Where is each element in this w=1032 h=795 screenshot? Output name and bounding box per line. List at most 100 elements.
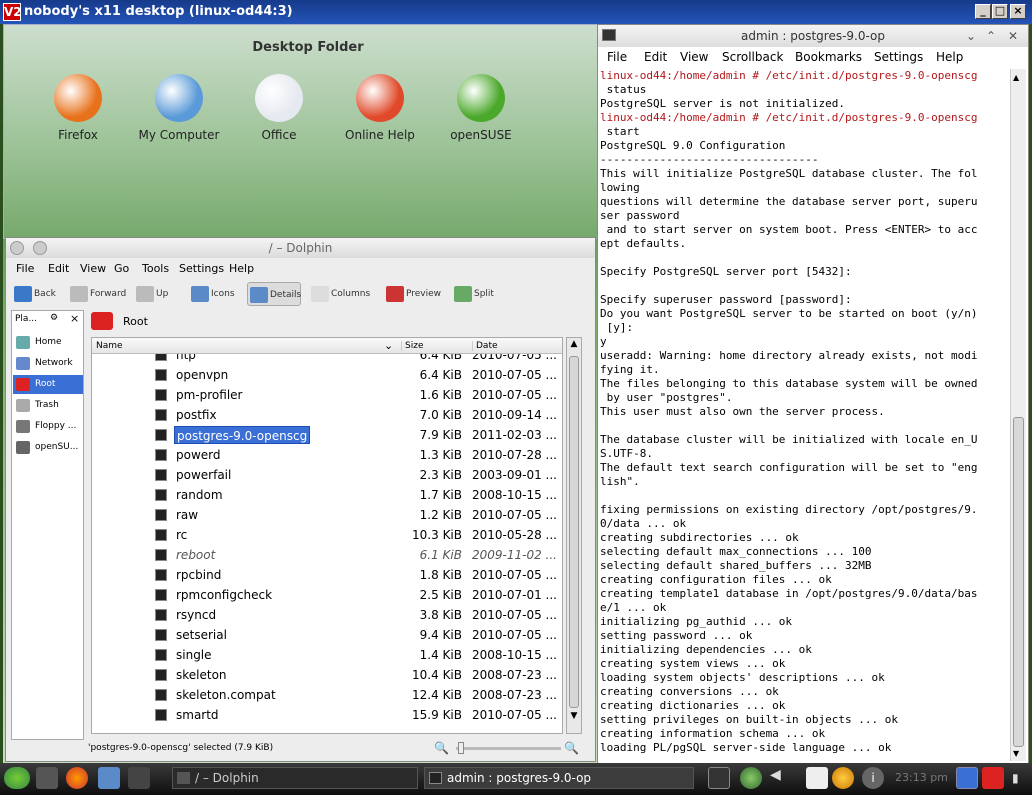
files-launcher-icon[interactable] [98, 767, 120, 789]
table-row[interactable]: postfix 7.0 KiB 2010-09-14 ... [92, 405, 562, 425]
table-row[interactable]: postgres-9.0-openscg 7.9 KiB 2011-02-03 ..… [92, 425, 562, 445]
terminal-tray-icon[interactable] [708, 767, 730, 789]
volume-icon[interactable]: ◀ [770, 767, 788, 789]
file-list[interactable]: ntp 6.4 KiB 2010-07-05 ... openvpn 6.4 KiB 20… [91, 337, 563, 734]
desktop-icon-online-help[interactable]: Online Help [335, 74, 425, 142]
columns-button[interactable]: Columns [309, 282, 371, 306]
place-home[interactable]: Home [13, 333, 83, 352]
place-opensu[interactable]: openSU... [13, 438, 83, 457]
logout-icon[interactable] [982, 767, 1004, 789]
network-icon[interactable] [832, 767, 854, 789]
place-root[interactable]: Root [13, 375, 83, 394]
table-row[interactable]: smartd 15.9 KiB 2010-07-05 ... [92, 705, 562, 725]
column-size[interactable]: Size [401, 341, 423, 351]
breadcrumb[interactable]: Root [91, 310, 561, 334]
menu-view[interactable]: View [80, 262, 106, 275]
maximize-icon[interactable]: ⌃ [986, 25, 996, 47]
table-row[interactable]: rsyncd 3.8 KiB 2010-07-05 ... [92, 605, 562, 625]
window-menu-icon[interactable] [10, 241, 24, 255]
table-row[interactable]: skeleton 10.4 KiB 2008-07-23 ... [92, 665, 562, 685]
desktop-switch-icon[interactable] [36, 767, 58, 789]
table-row[interactable]: raw 1.2 KiB 2010-07-05 ... [92, 505, 562, 525]
table-row[interactable]: skeleton.compat 12.4 KiB 2008-07-23 ... [92, 685, 562, 705]
close-button[interactable]: × [1010, 4, 1026, 19]
scroll-up-icon[interactable]: ▲ [1013, 73, 1019, 82]
updater-icon[interactable] [740, 767, 762, 789]
menu-go[interactable]: Go [114, 262, 129, 275]
table-row[interactable]: random 1.7 KiB 2008-10-15 ... [92, 485, 562, 505]
file-list-scrollbar[interactable]: ▲ ▼ [566, 337, 582, 734]
terminal-scrollbar[interactable]: ▲ ▼ [1010, 69, 1026, 761]
terminal-menu-view[interactable]: View [680, 50, 708, 64]
terminal-menu-scrollback[interactable]: Scrollback [722, 50, 783, 64]
desktop-icon-my-computer[interactable]: My Computer [134, 74, 224, 142]
table-row[interactable]: rc 10.3 KiB 2010-05-28 ... [92, 525, 562, 545]
details-button[interactable]: Details [247, 282, 301, 306]
lock-screen-icon[interactable] [956, 767, 978, 789]
menu-tools[interactable]: Tools [142, 262, 169, 275]
column-name[interactable]: Name [96, 341, 123, 351]
table-row[interactable]: single 1.4 KiB 2008-10-15 ... [92, 645, 562, 665]
table-row[interactable]: reboot 6.1 KiB 2009-11-02 ... [92, 545, 562, 565]
terminal-icon[interactable] [602, 29, 616, 41]
kickoff-menu-icon[interactable] [4, 767, 30, 789]
close-panel-icon[interactable]: × [70, 312, 79, 325]
panel-toolbox-icon[interactable]: ▮ [1012, 771, 1019, 785]
table-row[interactable]: powerd 1.3 KiB 2010-07-28 ... [92, 445, 562, 465]
scroll-up-icon[interactable]: ▲ [568, 339, 580, 351]
place-floppy[interactable]: Floppy ... [13, 417, 83, 436]
terminal-menu-file[interactable]: File [607, 50, 627, 64]
task-dolphin[interactable]: / – Dolphin [172, 767, 418, 789]
breadcrumb-root[interactable]: Root [123, 315, 148, 328]
config-icon[interactable]: ⚙ [50, 313, 58, 323]
info-icon[interactable]: i [862, 767, 884, 789]
forward-button[interactable]: Forward [68, 282, 126, 306]
close-icon[interactable]: ✕ [1008, 25, 1018, 47]
maximize-button[interactable]: □ [992, 4, 1008, 19]
menu-help[interactable]: Help [229, 262, 254, 275]
terminal-menu-help[interactable]: Help [936, 50, 963, 64]
preview-button[interactable]: Preview [384, 282, 444, 306]
split-button[interactable]: Split [452, 282, 500, 306]
minimize-icon[interactable]: ⌄ [966, 25, 976, 47]
table-row[interactable]: rpcbind 1.8 KiB 2010-07-05 ... [92, 565, 562, 585]
icons-button[interactable]: Icons [189, 282, 239, 306]
terminal-menu-settings[interactable]: Settings [874, 50, 923, 64]
menu-settings[interactable]: Settings [179, 262, 224, 275]
zoom-out-icon[interactable]: 🔍 [434, 738, 449, 758]
scroll-down-icon[interactable]: ▼ [568, 711, 580, 723]
clipboard-icon[interactable] [806, 767, 828, 789]
task-konsole[interactable]: admin : postgres-9.0-op [424, 767, 694, 789]
zoom-slider[interactable] [456, 747, 561, 750]
menu-edit[interactable]: Edit [48, 262, 69, 275]
column-date[interactable]: Date [472, 341, 498, 351]
terminal-menu-edit[interactable]: Edit [644, 50, 667, 64]
clock[interactable]: 23:13 pm [895, 771, 948, 784]
place-trash[interactable]: Trash [13, 396, 83, 415]
back-button[interactable]: Back [12, 282, 64, 306]
zoom-in-icon[interactable]: 🔍 [564, 738, 579, 758]
place-network[interactable]: Network [13, 354, 83, 373]
scroll-down-icon[interactable]: ▼ [1013, 749, 1019, 758]
table-row[interactable]: setserial 9.4 KiB 2010-07-05 ... [92, 625, 562, 645]
terminal-scroll-thumb[interactable] [1013, 417, 1024, 747]
desktop-icon-office[interactable]: Office [234, 74, 324, 142]
table-row[interactable]: pm-profiler 1.6 KiB 2010-07-05 ... [92, 385, 562, 405]
minimize-button[interactable]: _ [975, 4, 991, 19]
firefox-launcher-icon[interactable] [66, 767, 88, 789]
terminal-output[interactable]: linux-od44:/home/admin # /etc/init.d/pos… [600, 69, 1008, 761]
scroll-thumb[interactable] [569, 356, 579, 708]
table-row[interactable]: rpmconfigcheck 2.5 KiB 2010-07-01 ... [92, 585, 562, 605]
menu-file[interactable]: File [16, 262, 34, 275]
table-row[interactable]: powerfail 2.3 KiB 2003-09-01 ... [92, 465, 562, 485]
terminal-menu-bookmarks[interactable]: Bookmarks [795, 50, 862, 64]
desktop-icon-firefox[interactable]: Firefox [33, 74, 123, 142]
icons-label: Icons [211, 289, 235, 299]
sort-chevron-icon[interactable]: ⌄ [384, 339, 393, 352]
desktop-icon-opensuse[interactable]: openSUSE [436, 74, 526, 142]
keep-above-icon[interactable] [33, 241, 47, 255]
pager-icon[interactable] [128, 767, 150, 789]
zoom-slider-handle[interactable] [458, 742, 464, 754]
table-row[interactable]: openvpn 6.4 KiB 2010-07-05 ... [92, 365, 562, 385]
up-button[interactable]: Up [134, 282, 176, 306]
